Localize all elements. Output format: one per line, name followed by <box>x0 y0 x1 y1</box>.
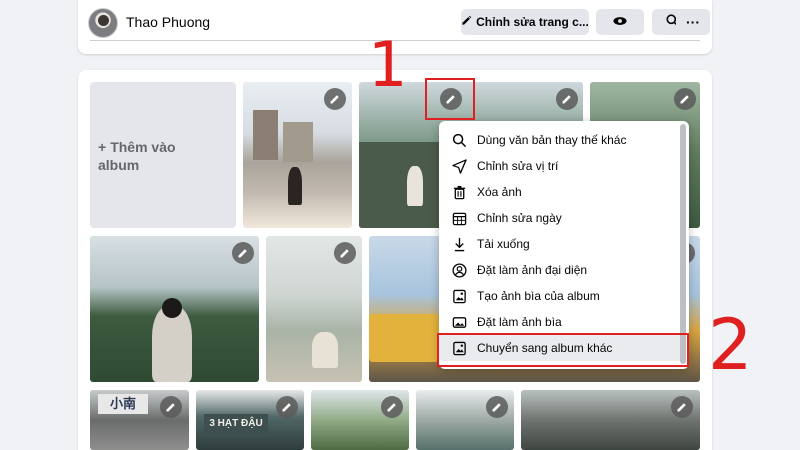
menu-scrollbar[interactable] <box>680 124 686 364</box>
menu-item-label: Tạo ảnh bìa của album <box>477 289 600 303</box>
menu-item-label: Tải xuống <box>477 237 530 251</box>
menu-item-alt-text[interactable]: Dùng văn bản thay thế khác <box>439 127 683 153</box>
person-shape <box>407 166 423 206</box>
pencil-icon <box>562 95 571 104</box>
sign-text: 小南 <box>109 396 136 411</box>
sign-board: 3 HẠT ĐẬU <box>204 414 268 434</box>
person-shape <box>288 167 302 205</box>
pencil-icon <box>680 95 689 104</box>
step-2-label: 2 <box>708 304 753 386</box>
add-to-album-label: + Thêm vào album <box>98 139 176 173</box>
photo-tile[interactable] <box>521 390 700 450</box>
pencil-icon <box>461 15 472 29</box>
menu-item-label: Xóa ảnh <box>477 185 522 199</box>
menu-item-label: Đặt làm ảnh đại diện <box>477 263 588 277</box>
edit-photo-button[interactable] <box>486 396 508 418</box>
building-shape <box>283 122 313 162</box>
menu-item-label: Dùng văn bản thay thế khác <box>477 133 627 147</box>
edit-photo-button[interactable] <box>381 396 403 418</box>
menu-item-edit-location[interactable]: Chỉnh sửa vị trí <box>439 153 683 179</box>
edit-profile-label: Chỉnh sửa trang c... <box>476 15 589 29</box>
edit-photo-button[interactable] <box>556 88 578 110</box>
eye-icon <box>613 15 627 29</box>
pencil-icon <box>238 249 247 258</box>
hair-shape <box>162 298 182 318</box>
photo-tile[interactable]: 小南 <box>90 390 189 450</box>
menu-item-make-cover-photo[interactable]: Đặt làm ảnh bìa <box>439 309 683 335</box>
menu-item-set-profile-picture[interactable]: Đặt làm ảnh đại diện <box>439 257 683 283</box>
sign-text: 3 HẠT ĐẬU <box>209 418 263 429</box>
profile-circle-icon <box>451 262 467 278</box>
location-arrow-icon <box>451 158 467 174</box>
search-icon <box>451 132 467 148</box>
step-1-label: 1 <box>368 28 408 101</box>
pencil-icon <box>330 95 339 104</box>
image-icon <box>451 314 467 330</box>
edit-photo-button[interactable] <box>276 396 298 418</box>
edit-photo-button[interactable] <box>232 242 254 264</box>
more-dots-icon: ··· <box>686 14 700 30</box>
menu-item-label: Chỉnh sửa ngày <box>477 211 562 225</box>
sign-board: 小南 <box>98 394 148 414</box>
pencil-icon <box>492 403 501 412</box>
trash-icon <box>451 184 467 200</box>
bus-shape <box>369 314 439 362</box>
photo-tile[interactable] <box>90 236 259 382</box>
pencil-icon <box>677 403 686 412</box>
edit-photo-button[interactable] <box>334 242 356 264</box>
person-shape <box>312 332 338 368</box>
pencil-icon <box>387 403 396 412</box>
edit-photo-button[interactable] <box>324 88 346 110</box>
edit-photo-button[interactable] <box>674 88 696 110</box>
pencil-icon <box>340 249 349 258</box>
photo-tile[interactable] <box>266 236 362 382</box>
building-shape <box>253 110 278 160</box>
menu-item-download[interactable]: Tải xuống <box>439 231 683 257</box>
photo-tile[interactable] <box>311 390 409 450</box>
view-as-button[interactable] <box>596 9 644 35</box>
edit-profile-button[interactable]: Chỉnh sửa trang c... <box>461 9 589 35</box>
album-cover-icon <box>451 288 467 304</box>
more-options-button[interactable]: ··· <box>676 9 710 35</box>
step-1-highlight-box <box>425 78 475 120</box>
photo-tile[interactable] <box>416 390 514 450</box>
avatar[interactable] <box>88 8 118 38</box>
download-icon <box>451 236 467 252</box>
menu-item-make-album-cover[interactable]: Tạo ảnh bìa của album <box>439 283 683 309</box>
photo-tile[interactable]: 3 HẠT ĐẬU <box>196 390 304 450</box>
add-to-album-tile[interactable]: + Thêm vào album <box>90 82 236 228</box>
profile-name[interactable]: Thao Phuong <box>126 14 210 30</box>
menu-item-label: Đặt làm ảnh bìa <box>477 315 562 329</box>
edit-photo-button[interactable] <box>160 396 182 418</box>
pencil-icon <box>166 403 175 412</box>
step-2-highlight-box <box>437 333 689 367</box>
menu-item-label: Chỉnh sửa vị trí <box>477 159 559 173</box>
menu-item-edit-date[interactable]: Chỉnh sửa ngày <box>439 205 683 231</box>
plus-icon: + <box>98 139 107 155</box>
menu-item-delete-photo[interactable]: Xóa ảnh <box>439 179 683 205</box>
photo-tile[interactable] <box>243 82 352 228</box>
edit-photo-button[interactable] <box>671 396 693 418</box>
calendar-icon <box>451 210 467 226</box>
pencil-icon <box>282 403 291 412</box>
photo-options-menu: Dùng văn bản thay thế khác Chỉnh sửa vị … <box>439 121 689 369</box>
